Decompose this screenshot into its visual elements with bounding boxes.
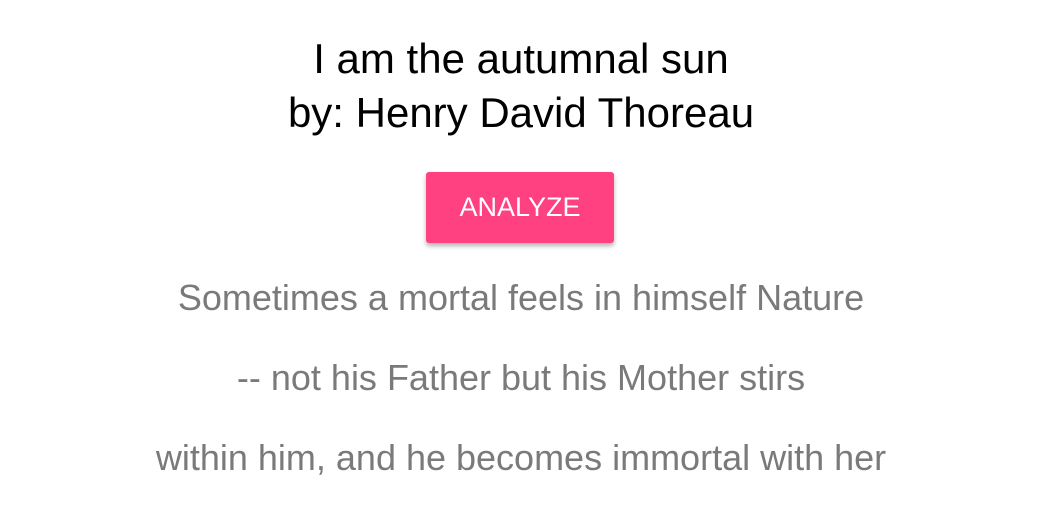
poem-title: I am the autumnal sun: [313, 35, 729, 82]
poem-heading: I am the autumnal sun by: Henry David Th…: [0, 32, 1042, 140]
poem-line: within him, and he becomes immortal with…: [155, 437, 887, 478]
poem-line: Sometimes a mortal feels in himself Natu…: [177, 277, 865, 318]
poem-line: -- not his Father but his Mother stirs: [236, 357, 806, 398]
poem-body: Sometimes a mortal feels in himself Natu…: [0, 270, 1042, 510]
poem-author: by: Henry David Thoreau: [287, 89, 755, 136]
analyze-button[interactable]: ANALYZE: [426, 172, 614, 243]
